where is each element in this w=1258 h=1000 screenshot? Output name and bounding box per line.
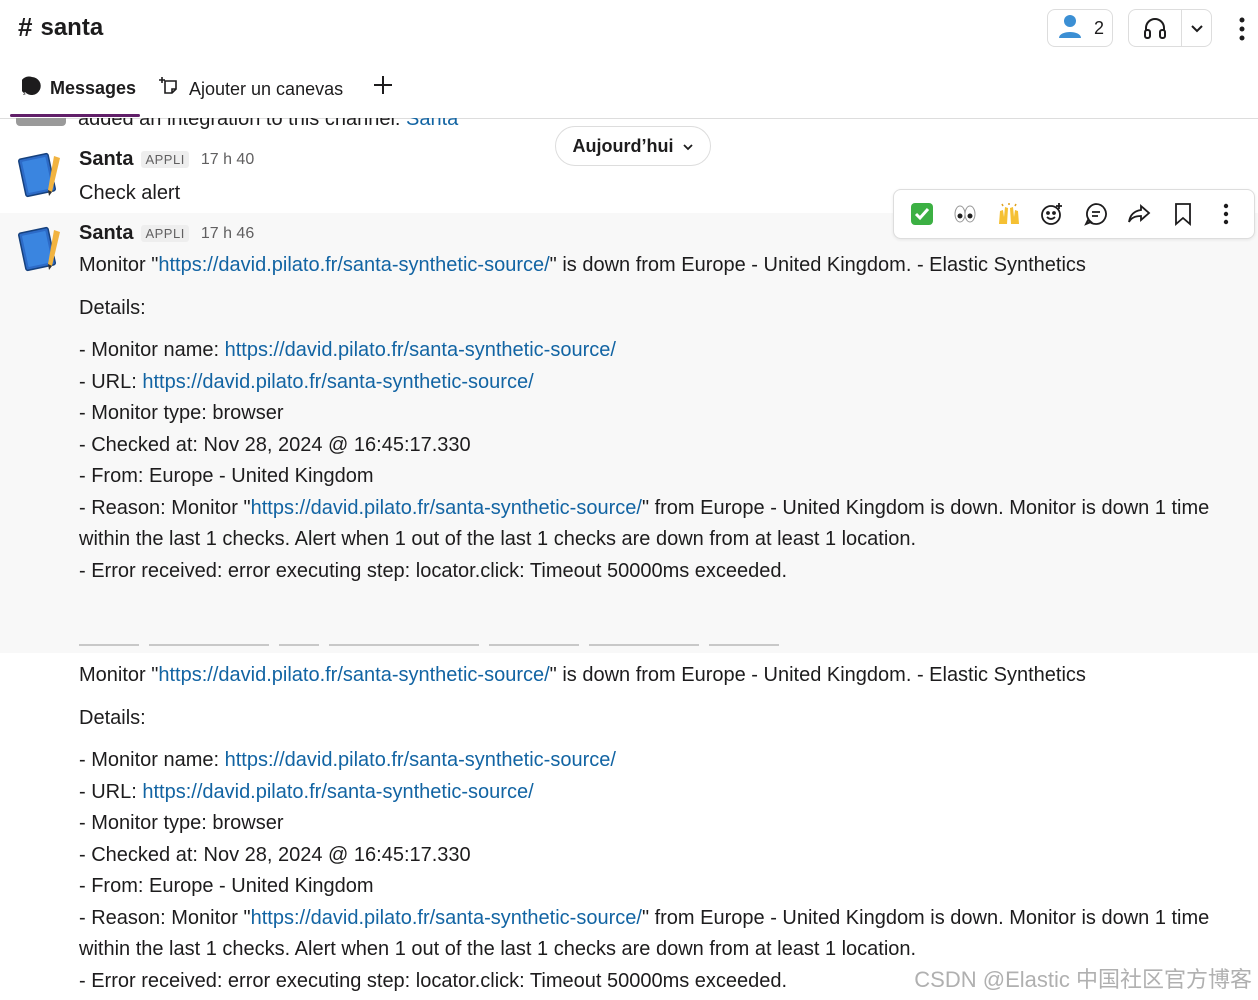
message-bubble-icon xyxy=(19,76,42,101)
add-tab-button[interactable] xyxy=(372,74,394,101)
bookmark-icon[interactable] xyxy=(1165,196,1201,232)
date-divider-button[interactable]: Aujourd’hui xyxy=(555,126,711,166)
message-actions-toolbar xyxy=(893,189,1255,239)
detail-monitor-type: - Monitor type: browser xyxy=(79,812,284,834)
alert-summary: Monitor "https://david.pilato.fr/santa-s… xyxy=(79,664,1086,686)
tab-messages[interactable]: Messages xyxy=(19,76,137,101)
detail-monitor-name: - Monitor name: https://david.pilato.fr/… xyxy=(79,339,616,361)
message-header: Santa APPLI 17 h 46 xyxy=(79,222,254,245)
details-label: Details: xyxy=(79,706,146,729)
channel-title[interactable]: # santa xyxy=(18,12,103,43)
detail-error: - Error received: error executing step: … xyxy=(79,559,788,582)
detail-reason: - Reason: Monitor "https://david.pilato.… xyxy=(79,906,1210,961)
message-timestamp[interactable]: 17 h 46 xyxy=(201,225,254,243)
channel-name: santa xyxy=(40,13,104,41)
app-avatar[interactable] xyxy=(16,222,68,274)
reply-thread-icon[interactable] xyxy=(1078,196,1114,232)
details-label: Details: xyxy=(79,296,146,319)
monitor-link[interactable]: https://david.pilato.fr/santa-synthetic-… xyxy=(158,254,549,276)
add-reaction-icon[interactable] xyxy=(1034,196,1070,232)
detail-url: - URL: https://david.pilato.fr/santa-syn… xyxy=(79,370,534,393)
chevron-down-icon xyxy=(683,136,694,157)
plus-icon xyxy=(372,74,394,101)
app-badge: APPLI xyxy=(141,225,189,242)
detail-monitor-name: - Monitor name: https://david.pilato.fr/… xyxy=(79,749,616,771)
truncated-text-row xyxy=(79,633,879,646)
member-count: 2 xyxy=(1093,17,1104,38)
detail-checked-at: - Checked at: Nov 28, 2024 @ 16:45:17.33… xyxy=(79,843,471,866)
integration-link[interactable]: Santa xyxy=(406,118,458,130)
author-name[interactable]: Santa xyxy=(79,222,133,245)
monitor-link[interactable]: https://david.pilato.fr/santa-synthetic-… xyxy=(158,664,549,686)
tab-label: Messages xyxy=(50,78,137,98)
reason-link[interactable]: https://david.pilato.fr/santa-synthetic-… xyxy=(251,907,642,929)
canvas-add-icon xyxy=(159,76,181,103)
message-timestamp[interactable]: 17 h 40 xyxy=(201,151,254,169)
detail-from: - From: Europe - United Kingdom xyxy=(79,465,374,487)
eyes-emoji-icon[interactable] xyxy=(947,196,983,232)
integration-message: added an integration to this channel: Sa… xyxy=(78,118,458,131)
message-header: Santa APPLI 17 h 40 xyxy=(79,148,254,171)
monitor-name-link[interactable]: https://david.pilato.fr/santa-synthetic-… xyxy=(225,339,616,361)
reason-link[interactable]: https://david.pilato.fr/santa-synthetic-… xyxy=(251,497,642,519)
url-link[interactable]: https://david.pilato.fr/santa-synthetic-… xyxy=(142,371,533,393)
tab-label: Ajouter un canevas xyxy=(189,79,344,99)
app-avatar[interactable] xyxy=(16,148,68,200)
members-button[interactable]: 2 xyxy=(1047,9,1113,47)
channel-tabs: Messages Ajouter un canevas xyxy=(0,64,1258,119)
watermark: CSDN @Elastic 中国社区官方博客 xyxy=(914,967,1252,992)
headphones-icon[interactable] xyxy=(1129,10,1182,46)
active-tab-indicator xyxy=(10,114,140,117)
message-body-continuation: Monitor "https://david.pilato.fr/santa-s… xyxy=(79,660,1249,997)
huddle-button[interactable] xyxy=(1128,9,1212,47)
date-label: Aujourd’hui xyxy=(572,135,674,156)
author-name[interactable]: Santa xyxy=(79,148,133,171)
detail-reason: - Reason: Monitor "https://david.pilato.… xyxy=(79,496,1210,551)
alert-summary: Monitor "https://david.pilato.fr/santa-s… xyxy=(79,254,1086,276)
hash-icon: # xyxy=(18,12,33,42)
detail-from: - From: Europe - United Kingdom xyxy=(79,875,374,897)
tab-add-canvas[interactable]: Ajouter un canevas xyxy=(159,76,343,103)
avatar[interactable] xyxy=(16,118,66,126)
detail-monitor-type: - Monitor type: browser xyxy=(79,402,284,424)
url-link[interactable]: https://david.pilato.fr/santa-synthetic-… xyxy=(142,781,533,803)
channel-more-icon[interactable] xyxy=(1232,14,1252,44)
message-list[interactable]: added an integration to this channel: Sa… xyxy=(0,118,1258,1000)
message-body: Monitor "https://david.pilato.fr/santa-s… xyxy=(79,250,1249,587)
person-icon xyxy=(1056,12,1084,45)
check-mark-emoji-icon[interactable] xyxy=(904,196,940,232)
app-badge: APPLI xyxy=(141,151,189,168)
monitor-name-link[interactable]: https://david.pilato.fr/santa-synthetic-… xyxy=(225,749,616,771)
chevron-down-icon[interactable] xyxy=(1182,21,1211,35)
more-actions-icon[interactable] xyxy=(1208,196,1244,232)
channel-header: # santa 2 xyxy=(0,0,1258,60)
forward-icon[interactable] xyxy=(1121,196,1157,232)
raised-hands-emoji-icon[interactable] xyxy=(991,196,1027,232)
detail-url: - URL: https://david.pilato.fr/santa-syn… xyxy=(79,780,534,803)
detail-checked-at: - Checked at: Nov 28, 2024 @ 16:45:17.33… xyxy=(79,433,471,456)
